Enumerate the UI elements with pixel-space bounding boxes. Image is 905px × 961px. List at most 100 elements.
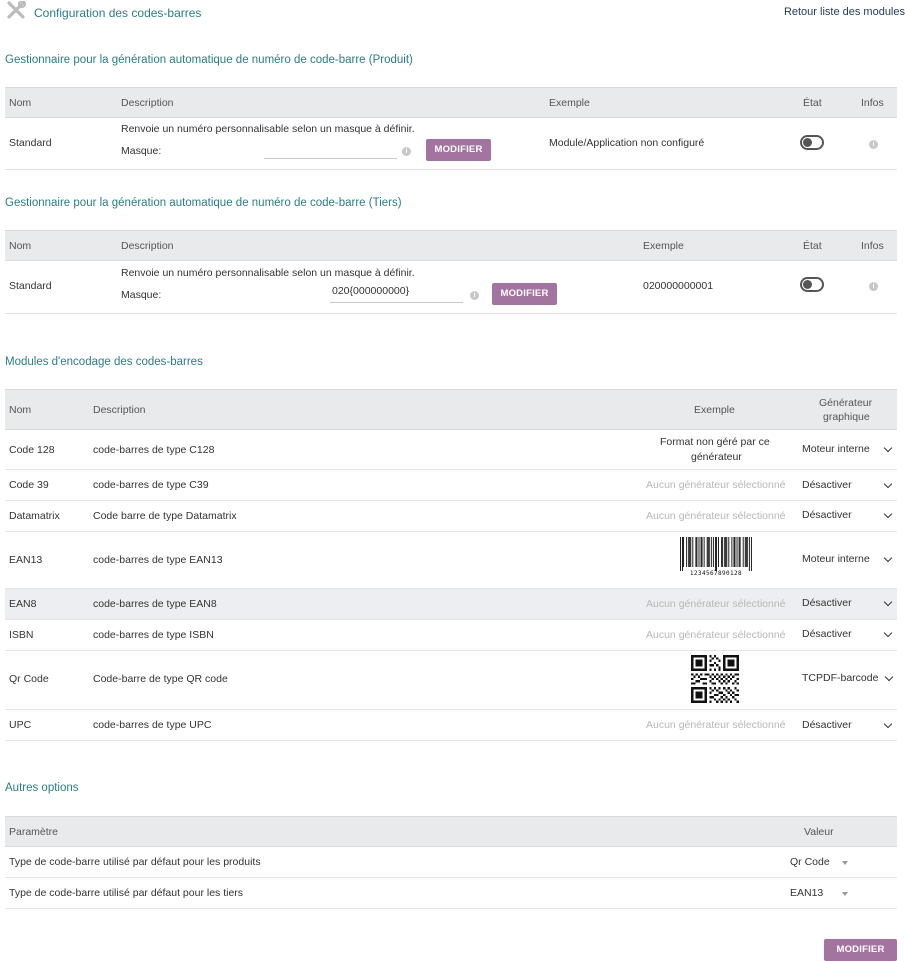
col-parametre: Paramètre [9,826,59,838]
generator-select[interactable]: Désactiver [802,597,852,609]
row-nom: EAN8 [9,598,37,610]
col-description: Description [121,97,174,109]
col-exemple: Exemple [694,404,735,416]
mask-input[interactable]: 020{000000000} [330,285,463,303]
generator-select[interactable]: Moteur interne [802,553,870,565]
col-etat: État [803,97,822,109]
table-row: Code 39 code-barres de type C39 Aucun gé… [5,470,897,501]
row-description: code-barres de type C128 [93,444,215,456]
col-nom: Nom [9,240,32,252]
generator-select[interactable]: Moteur interne [802,443,870,455]
product-section-title: Gestionnaire pour la génération automati… [5,54,413,66]
row-nom: Code 39 [9,479,49,491]
barcode-digits: 1234567890128 [689,570,743,577]
chevron-down-icon[interactable] [883,553,893,563]
modifier-button[interactable]: MODIFIER [426,139,491,161]
table-row: Type de code-barre utilisé par défaut po… [5,878,897,909]
row-nom: EAN13 [9,554,43,566]
generator-select[interactable]: Désactiver [802,479,852,491]
encoding-section-title: Modules d'encodage des codes-barres [5,356,203,368]
row-description: code-barres de type ISBN [93,629,214,641]
chevron-down-icon[interactable] [883,443,893,453]
row-exemple: Aucun générateur sélectionné [646,479,786,491]
param-label: Type de code-barre utilisé par défaut po… [9,856,261,868]
toggle-off-icon[interactable] [800,135,824,150]
generator-select[interactable]: Désactiver [802,719,852,731]
col-nom: Nom [9,97,32,109]
dropdown-arrow-icon[interactable] [842,861,848,865]
table-row: UPC code-barres de type UPC Aucun généra… [5,710,897,741]
product-row: Standard Renvoie un numéro personnalisab… [5,118,897,170]
encoding-table-header: Nom Description Exemple Générateur graph… [5,389,897,430]
col-infos: Infos [861,97,884,109]
dropdown-arrow-icon[interactable] [842,892,848,896]
toggle-off-icon[interactable] [800,277,824,292]
row-nom: Standard [9,137,52,149]
row-description: Code barre de type Datamatrix [93,510,237,522]
row-exemple-line2: générateur [691,451,742,463]
info-icon[interactable]: i [869,282,878,291]
tools-icon [5,0,27,19]
mask-label: Masque: [121,145,162,157]
info-icon[interactable]: i [869,140,878,149]
chevron-down-icon[interactable] [883,628,893,638]
row-exemple: Aucun générateur sélectionné [646,598,786,610]
default-product-barcode-select[interactable]: Qr Code [790,856,830,868]
tiers-table-header: Nom Description Exemple État Infos [5,230,897,261]
tiers-row: Standard Renvoie un numéro personnalisab… [5,261,897,314]
col-description: Description [121,240,174,252]
row-exemple: 020000000001 [643,280,714,292]
chevron-down-icon[interactable] [883,479,893,489]
table-row: EAN13 code-barres de type EAN13 12345678… [5,532,897,589]
row-nom: Code 128 [9,444,55,456]
row-description: code-barres de type EAN8 [93,598,217,610]
row-exemple: Aucun générateur sélectionné [646,719,786,731]
col-etat: État [803,240,822,252]
row-description: code-barres de type EAN13 [93,554,223,566]
col-valeur: Valeur [804,826,834,838]
row-nom: UPC [9,719,32,731]
param-label: Type de code-barre utilisé par défaut po… [9,887,244,899]
row-description: code-barres de type UPC [93,719,212,731]
page-title: Configuration des codes-barres [34,6,202,20]
col-description: Description [93,404,146,416]
col-exemple: Exemple [643,240,684,252]
mask-label: Masque: [121,289,162,301]
info-icon: i [402,147,411,156]
row-exemple: Module/Application non configuré [549,137,705,149]
qr-code-image [691,655,739,703]
generator-select[interactable]: Désactiver [802,509,852,521]
row-description: Renvoie un numéro personnalisable selon … [121,123,415,135]
chevron-down-icon[interactable] [883,509,893,519]
chevron-down-icon[interactable] [884,672,894,682]
col-exemple: Exemple [549,97,590,109]
table-row: Type de code-barre utilisé par défaut po… [5,847,897,878]
table-row: Code 128 code-barres de type C128 Format… [5,430,897,470]
product-table-header: Nom Description Exemple État Infos [5,87,897,118]
info-icon: i [470,291,479,300]
chevron-down-icon[interactable] [883,719,893,729]
row-description: code-barres de type C39 [93,479,209,491]
generator-select[interactable]: Désactiver [802,628,852,640]
row-exemple: Aucun générateur sélectionné [646,629,786,641]
row-description: Code-barre de type QR code [93,673,228,685]
modifier-button[interactable]: MODIFIER [492,283,557,305]
row-description: Renvoie un numéro personnalisable selon … [121,267,415,279]
chevron-down-icon[interactable] [883,597,893,607]
back-to-modules-link[interactable]: Retour liste des modules [784,6,905,18]
row-nom: Standard [9,280,52,292]
generator-select[interactable]: TCPDF-barcode [802,672,878,684]
default-tiers-barcode-select[interactable]: EAN13 [790,887,823,899]
col-nom: Nom [9,404,32,416]
row-nom: Datamatrix [9,510,60,522]
other-table-header: Paramètre Valeur [5,816,897,847]
table-row: ISBN code-barres de type ISBN Aucun géné… [5,620,897,651]
col-generateur-line2: graphique [823,411,870,423]
row-exemple-line1: Format non géré par ce [660,436,770,448]
row-nom: Qr Code [9,673,49,685]
save-modifier-button[interactable]: MODIFIER [824,939,897,961]
mask-input[interactable] [264,141,397,159]
other-section-title: Autres options [5,782,79,794]
table-row: Datamatrix Code barre de type Datamatrix… [5,501,897,532]
col-generateur-line1: Générateur [819,397,873,409]
